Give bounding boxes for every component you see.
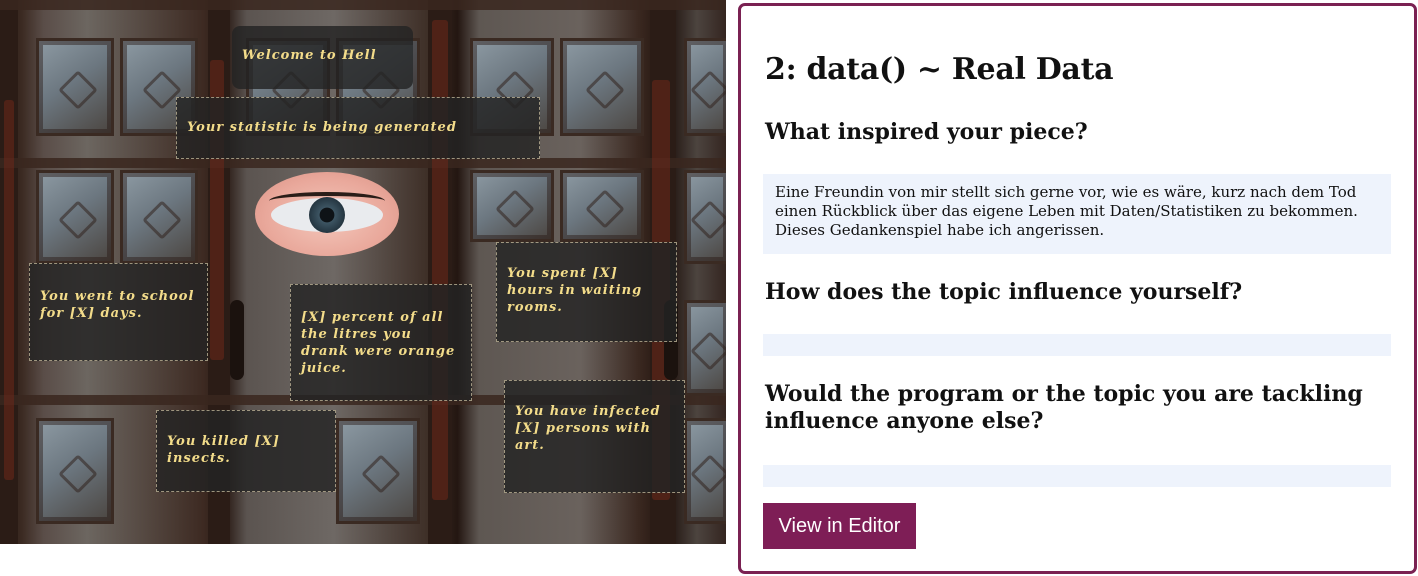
door-panel bbox=[36, 418, 114, 524]
rust-stain bbox=[4, 100, 14, 480]
answer-influence-others bbox=[763, 465, 1391, 487]
question-inspiration: What inspired your piece? bbox=[765, 119, 1088, 145]
door-panel bbox=[336, 418, 420, 524]
caption-generating: Your statistic is being generated bbox=[176, 97, 540, 159]
caption-waiting-rooms: You spent [X] hours in waiting rooms. bbox=[496, 242, 677, 342]
door-beam bbox=[0, 158, 726, 168]
door-handle bbox=[230, 300, 244, 380]
answer-inspiration: Eine Freundin von mir stellt sich gerne … bbox=[763, 174, 1391, 254]
caption-insects: You killed [X] insects. bbox=[156, 410, 336, 492]
project-card: 2: data() ~ Real Data What inspired your… bbox=[738, 3, 1417, 574]
door-panel bbox=[470, 170, 554, 242]
door-panel bbox=[560, 38, 644, 136]
page-title: 2: data() ~ Real Data bbox=[765, 52, 1114, 87]
door-panel bbox=[120, 170, 198, 264]
question-influence-self: How does the topic influence yourself? bbox=[765, 279, 1243, 305]
answer-influence-self bbox=[763, 334, 1391, 356]
door-panel bbox=[684, 418, 726, 524]
caption-welcome: Welcome to Hell bbox=[232, 26, 413, 89]
question-influence-others: Would the program or the topic you are t… bbox=[765, 381, 1363, 434]
door-panel bbox=[36, 170, 114, 264]
door-panel bbox=[684, 170, 726, 264]
view-in-editor-button[interactable]: View in Editor bbox=[763, 503, 916, 549]
artwork-canvas[interactable]: Welcome to Hell Your statistic is being … bbox=[0, 0, 726, 544]
caption-orange-juice: [X] percent of all the litres you drank … bbox=[290, 284, 472, 401]
door-panel bbox=[684, 300, 726, 396]
door-panel bbox=[36, 38, 114, 136]
caption-infected: You have infected [X] persons with art. bbox=[504, 380, 685, 493]
door-panel bbox=[560, 170, 644, 242]
eye-icon bbox=[255, 172, 399, 256]
door-panel bbox=[684, 38, 726, 136]
rust-stain bbox=[432, 20, 448, 500]
door-beam bbox=[0, 0, 726, 10]
caption-school-days: You went to school for [X] days. bbox=[29, 263, 208, 361]
